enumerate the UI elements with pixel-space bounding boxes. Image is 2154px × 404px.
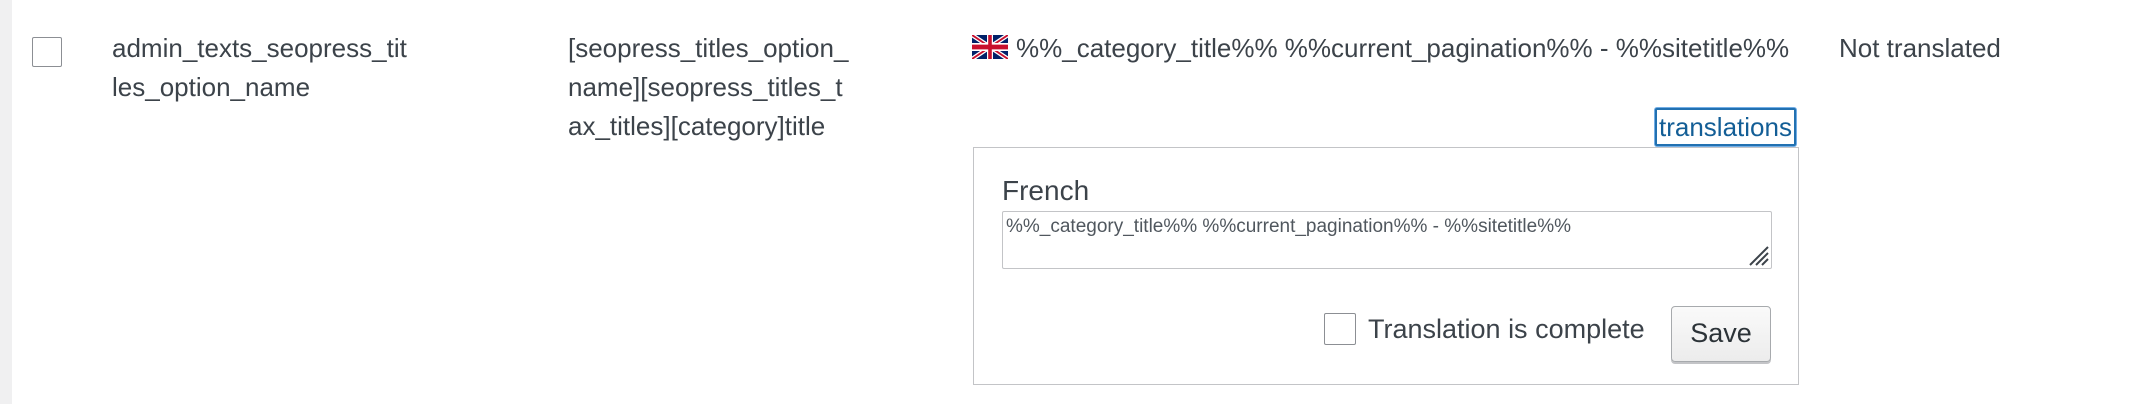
original-value: %%_category_title%% %%current_pagination… <box>972 29 1812 68</box>
translation-status: Not translated <box>1839 33 2001 63</box>
table-row: admin_texts_seopress_titles_option_name … <box>12 0 2154 404</box>
string-name: admin_texts_seopress_titles_option_name <box>112 33 407 102</box>
string-context: [seopress_titles_option_name][seopress_t… <box>568 33 849 141</box>
uk-flag-icon <box>972 35 1008 59</box>
save-button[interactable]: Save <box>1671 306 1771 362</box>
translation-complete-label: Translation is complete <box>1368 314 1645 344</box>
translations-link[interactable]: translations <box>1655 108 1796 146</box>
resize-grip-icon[interactable] <box>1744 241 1770 267</box>
language-label: French <box>1002 175 1090 206</box>
original-value-text: %%_category_title%% %%current_pagination… <box>1016 33 1790 63</box>
translation-textarea[interactable]: %%_category_title%% %%current_pagination… <box>1002 211 1772 269</box>
translation-complete-checkbox[interactable] <box>1324 313 1356 345</box>
translation-editor-panel: French %%_category_title%% %%current_pag… <box>973 147 1799 385</box>
row-select-checkbox[interactable] <box>32 37 62 67</box>
